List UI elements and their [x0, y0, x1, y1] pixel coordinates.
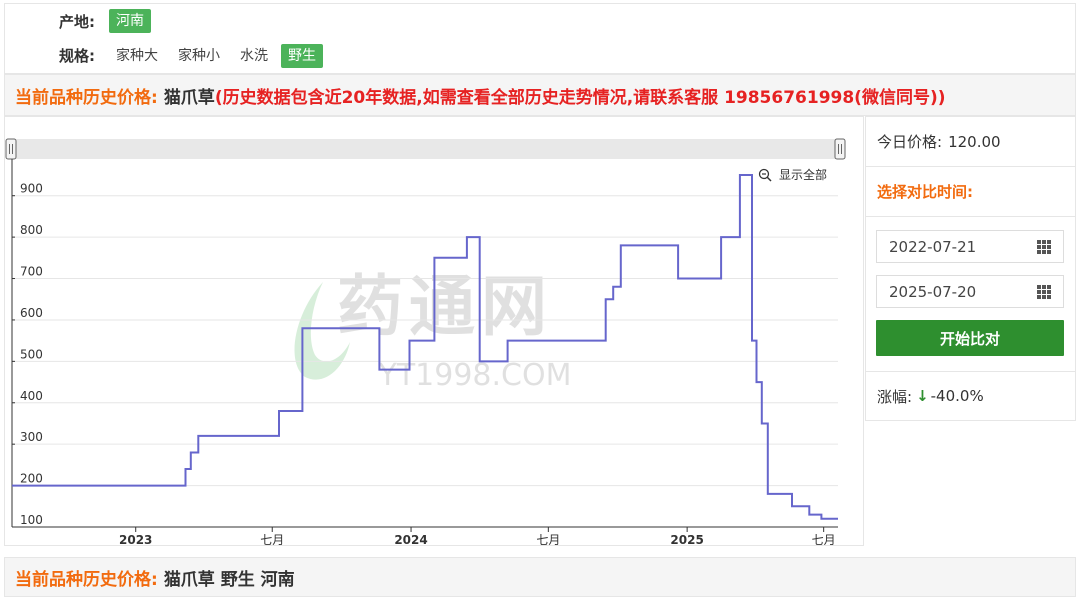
x-tick-label: 七月: [536, 533, 560, 545]
end-date-picker[interactable]: 2025-07-20: [876, 275, 1064, 308]
compare-time-label: 选择对比时间:: [866, 167, 1075, 217]
end-date-value: 2025-07-20: [889, 282, 977, 301]
history-price-footer: 当前品种历史价格: 猫爪草 野生 河南: [4, 557, 1076, 597]
price-chart-panel: 药通网 YT1998.COM 100 200 300 400 500 600 700 800 9…: [4, 116, 864, 547]
x-tick-label: 2023: [119, 533, 152, 545]
spec-option-yesheng[interactable]: 野生: [281, 43, 323, 68]
x-tick-label: 2025: [670, 533, 703, 545]
origin-filter-row: 产地: 河南: [4, 3, 1076, 39]
y-tick-label: 100: [20, 513, 43, 527]
header-note: (历史数据包含近20年数据,如需查看全部历史走势情况,请联系客服 1985676…: [214, 87, 946, 108]
spec-option-jiazhong-xiao[interactable]: 家种小: [171, 44, 227, 68]
watermark-en: YT1998.COM: [378, 358, 572, 393]
spec-filter-row: 规格: 家种大 家种小 水洗 野生: [4, 38, 1076, 74]
today-price-row: 今日价格: 120.00: [866, 117, 1075, 167]
start-date-value: 2022-07-21: [889, 237, 977, 256]
down-arrow-icon: ↓: [916, 387, 929, 405]
y-tick-label: 700: [20, 265, 43, 279]
price-chart: 药通网 YT1998.COM 100 200 300 400 500 600 700 800 9…: [5, 138, 846, 547]
show-all-button[interactable]: 显示全部: [758, 167, 828, 182]
calendar-icon: [1037, 284, 1051, 299]
footer-desc: 猫爪草 野生 河南: [163, 569, 295, 590]
history-price-header: 当前品种历史价格: 猫爪草 (历史数据包含近20年数据,如需查看全部历史走势情况…: [4, 74, 1076, 116]
y-tick-label: 400: [20, 389, 43, 403]
origin-label: 产地:: [59, 12, 95, 31]
range-handle-right[interactable]: [834, 138, 846, 160]
y-tick-label: 800: [20, 223, 43, 237]
x-tick-label: 七月: [812, 533, 836, 545]
y-tick-label: 900: [20, 182, 43, 196]
origin-option-henan[interactable]: 河南: [109, 9, 151, 33]
today-price-label: 今日价格:: [877, 133, 943, 151]
spec-option-jiazhong-da[interactable]: 家种大: [109, 44, 165, 68]
calendar-icon: [1037, 239, 1051, 254]
watermark: 药通网 YT1998.COM: [294, 268, 572, 393]
x-tick-label: 七月: [260, 533, 284, 545]
spec-label: 规格:: [59, 47, 95, 65]
y-tick-label: 200: [20, 472, 43, 486]
y-tick-label: 300: [20, 430, 43, 444]
price-series-line: [12, 174, 838, 520]
x-tick-label: 2024: [394, 533, 427, 545]
range-handle-left[interactable]: [5, 138, 17, 160]
header-prefix: 当前品种历史价格:: [15, 87, 158, 108]
y-tick-label: 600: [20, 306, 43, 320]
range-selector-track[interactable]: [12, 139, 844, 159]
show-all-label: 显示全部: [779, 167, 827, 182]
start-compare-button[interactable]: 开始比对: [876, 320, 1064, 356]
footer-prefix: 当前品种历史价格:: [15, 569, 158, 590]
y-tick-label: 500: [20, 347, 43, 361]
change-value: -40.0%: [930, 387, 984, 405]
header-herb-name: 猫爪草: [163, 87, 215, 108]
side-panel: 今日价格: 120.00 选择对比时间: 2022-07-21 2025-07-…: [865, 116, 1076, 421]
watermark-cn: 药通网: [337, 268, 553, 345]
change-label: 涨幅:: [877, 387, 913, 406]
today-price-value: 120.00: [948, 132, 1001, 151]
start-date-picker[interactable]: 2022-07-21: [876, 230, 1064, 263]
spec-option-shuixi[interactable]: 水洗: [233, 44, 275, 68]
price-change-row: 涨幅: ↓ -40.0%: [866, 371, 1075, 420]
